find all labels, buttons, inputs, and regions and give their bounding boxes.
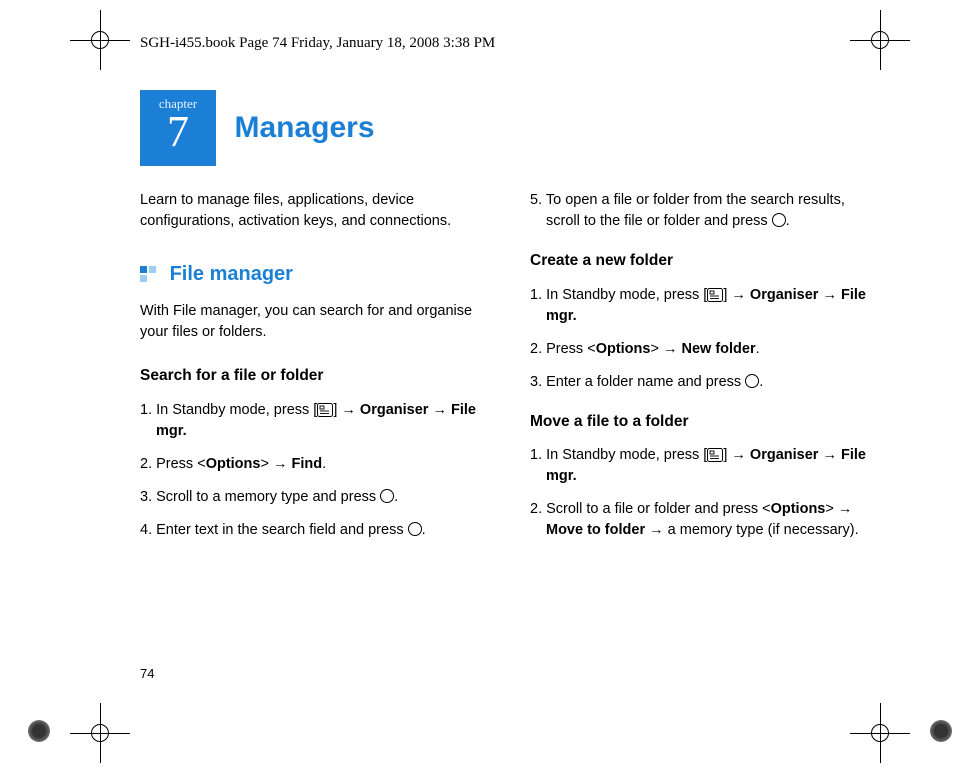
search-step-4: 4. Enter text in the search field and pr… [140,520,490,541]
crop-mark-tr [850,10,910,70]
menu-key-icon [707,288,723,302]
page-number: 74 [140,666,154,681]
menu-key-icon [707,448,723,462]
page-header: SGH-i455.book Page 74 Friday, January 18… [140,35,495,52]
menu-key-icon [317,403,333,417]
search-step-2: 2. Press <Options> → Find. [140,454,490,475]
crop-mark-tl [70,10,130,70]
search-step-1: 1. In Standby mode, press [] → Organiser… [140,400,490,442]
create-step-1: 1. In Standby mode, press [] → Organiser… [530,285,880,327]
crop-mark-br [850,703,910,763]
search-step-3: 3. Scroll to a memory type and press . [140,487,490,508]
crop-mark-bl [70,703,130,763]
column-left: Learn to manage files, applications, dev… [140,190,490,553]
squares-icon [140,266,158,284]
chapter-title: Managers [234,90,374,166]
chapter-number: 7 [140,110,216,154]
subhead-move: Move a file to a folder [530,411,880,433]
ok-key-icon [380,489,394,503]
search-step-5: 5. To open a file or folder from the sea… [530,190,880,232]
subhead-search: Search for a file or folder [140,365,490,387]
section-heading-file-manager: File manager [140,260,490,289]
move-step-1: 1. In Standby mode, press [] → Organiser… [530,445,880,487]
disc-icon [28,720,50,742]
create-step-3: 3. Enter a folder name and press . [530,372,880,393]
subhead-create: Create a new folder [530,250,880,272]
ok-key-icon [408,522,422,536]
section-title: File manager [170,263,293,285]
create-step-2: 2. Press <Options> → New folder. [530,339,880,360]
chapter-tab: chapter 7 [140,90,216,166]
ok-key-icon [745,374,759,388]
page-content: chapter 7 Managers Learn to manage files… [140,90,880,553]
disc-icon [930,720,952,742]
section-desc: With File manager, you can search for an… [140,301,490,343]
ok-key-icon [772,213,786,227]
move-step-2: 2. Scroll to a file or folder and press … [530,499,880,541]
intro-text: Learn to manage files, applications, dev… [140,190,490,232]
chapter-header: chapter 7 Managers [140,90,880,166]
column-right: 5. To open a file or folder from the sea… [530,190,880,553]
